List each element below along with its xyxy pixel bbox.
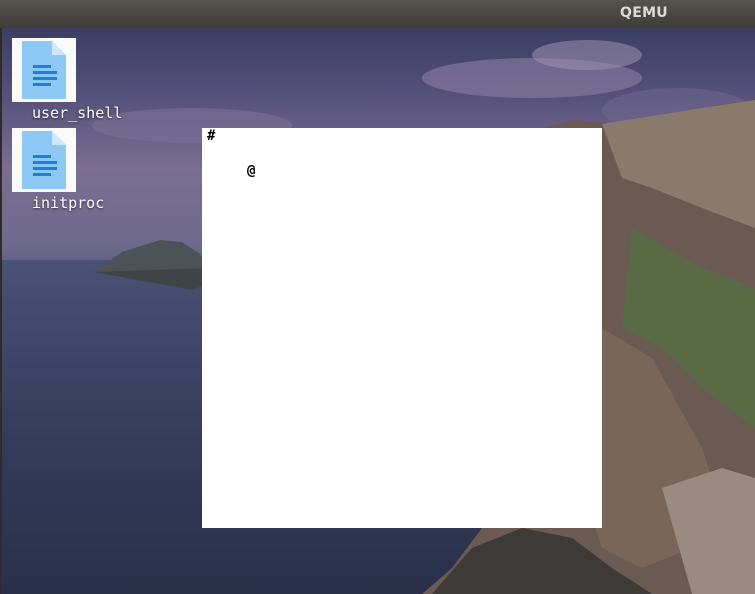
qemu-window: QEMU # @ user_shell initproc xyxy=(0,0,755,594)
desktop-icon-user-shell[interactable]: user_shell xyxy=(2,38,122,128)
desktop-icon-label: initproc xyxy=(32,194,105,212)
text-document-icon xyxy=(12,38,76,102)
window-titlebar[interactable]: QEMU xyxy=(0,0,755,29)
window-title: QEMU xyxy=(620,5,668,21)
desktop-wallpaper: # @ user_shell initproc xyxy=(2,28,755,594)
shell-prompt: # xyxy=(207,128,216,144)
text-document-icon xyxy=(12,128,76,192)
desktop-icon-label: user_shell xyxy=(32,104,123,122)
desktop-icon-initproc[interactable]: initproc xyxy=(2,128,112,218)
vm-cursor-glyph: @ xyxy=(247,163,256,179)
vm-display[interactable]: # @ xyxy=(202,128,602,528)
